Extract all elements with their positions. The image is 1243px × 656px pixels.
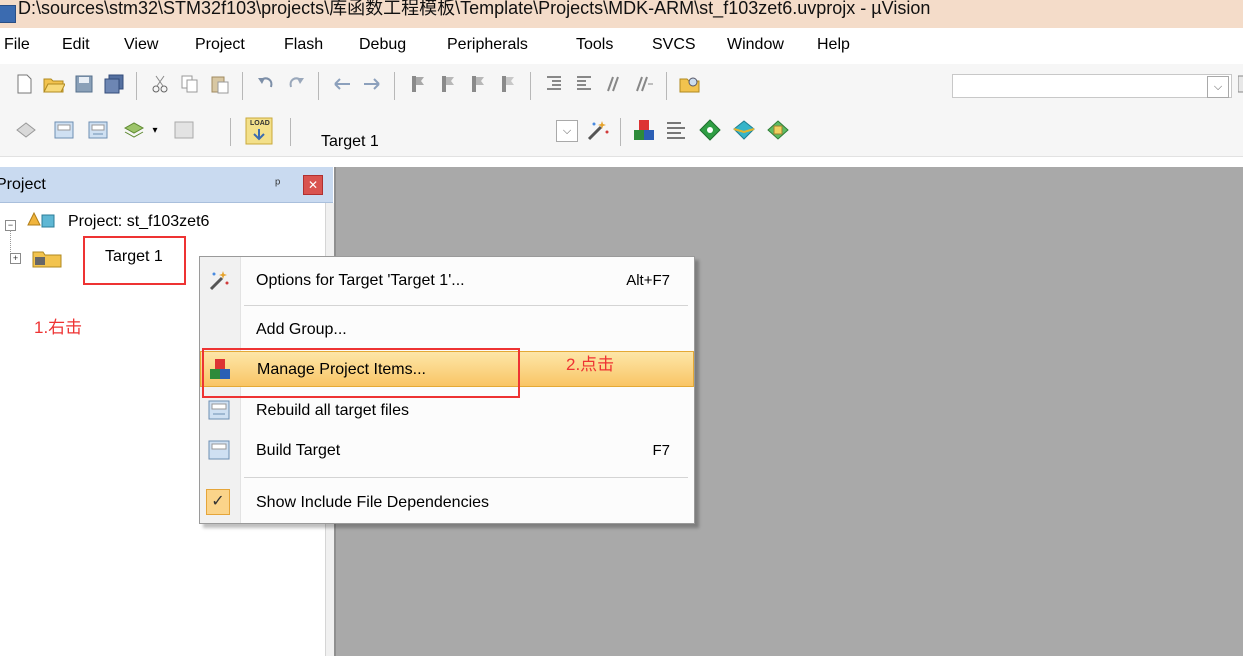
paste-icon[interactable] [208,72,232,96]
menu-item-add-group[interactable]: Add Group... [200,312,694,348]
find-combo-dropdown-icon[interactable]: ⌵ [1207,76,1229,98]
next-bookmark-icon[interactable] [466,72,490,96]
save-icon[interactable] [72,72,96,96]
manage-project-items-icon[interactable] [632,118,656,142]
software-packs-icon[interactable] [766,118,790,142]
indent-icon[interactable] [542,72,566,96]
menu-flash[interactable]: Flash [284,36,323,54]
title-bar: D:\sources\stm32\STM32f103\projects\库函数工… [0,0,1243,28]
save-all-icon[interactable] [102,72,126,96]
menu-item-shortcut: F7 [652,442,670,459]
manage-rte-icon[interactable] [698,118,722,142]
target-folder-icon [30,247,66,274]
menu-bar: File Edit View Project Flash Debug Perip… [0,28,1243,64]
copy-icon[interactable] [178,72,202,96]
annotation-step1: 1.右击 [34,318,83,337]
target-dropdown-icon[interactable]: ⌵ [556,120,578,142]
menu-item-show-include-deps[interactable]: ✓ Show Include File Dependencies [200,485,694,521]
window-title: D:\sources\stm32\STM32f103\projects\库函数工… [18,0,931,18]
file-toolbar: ⌵ [0,64,1243,107]
tree-connector [10,230,12,252]
clear-bookmarks-icon[interactable] [496,72,520,96]
menu-item-label: Add Group... [256,321,347,338]
menu-edit[interactable]: Edit [62,36,90,54]
close-panel-icon[interactable]: ✕ [303,175,323,195]
toolbar-separator [394,72,395,100]
navigate-forward-icon[interactable] [360,72,384,96]
menu-separator [244,477,688,478]
menu-file[interactable]: File [4,36,30,54]
undo-icon[interactable] [254,72,278,96]
uncomment-icon[interactable] [632,72,656,96]
menu-item-label: Options for Target 'Target 1'... [256,272,465,289]
new-file-icon[interactable] [12,72,36,96]
select-packs-icon[interactable] [664,118,688,142]
build-toolbar: ▾ LOAD Target 1 ⌵ [0,106,1243,157]
project-panel-header: Project ᵖ ✕ [0,167,333,203]
stop-build-icon[interactable] [172,118,196,142]
annotation-step2: 2.点击 [566,355,615,374]
expand-icon[interactable]: + [10,253,21,264]
magic-wand-icon [208,269,230,291]
menu-item-build-target[interactable]: Build Target F7 [200,433,694,469]
menu-debug[interactable]: Debug [359,36,406,54]
menu-window[interactable]: Window [727,36,784,54]
find-combo[interactable] [952,74,1232,98]
menu-project[interactable]: Project [195,36,245,54]
menu-tools[interactable]: Tools [576,36,613,54]
toolbar-separator [318,72,319,100]
find-icon[interactable] [1232,72,1243,96]
download-load-icon[interactable]: LOAD [244,116,274,146]
menu-peripherals[interactable]: Peripherals [447,36,528,54]
cut-icon[interactable] [148,72,172,96]
menu-item-label: Rebuild all target files [256,402,409,419]
toolbar-separator [666,72,667,100]
open-folder-icon[interactable] [42,72,66,96]
annotation-box-manage [202,348,520,398]
target-options-wand-icon[interactable] [586,118,610,142]
annotation-box-target [83,236,186,285]
pin-icon[interactable]: ᵖ [275,175,280,191]
menu-view[interactable]: View [124,36,158,54]
project-root-label[interactable]: Project: st_f103zet6 [68,213,209,231]
batch-build-icon[interactable] [122,118,146,142]
build-icon[interactable] [52,118,76,142]
toolbar-separator [530,72,531,100]
uvision-app-icon [0,5,16,23]
menu-item-options-for-target[interactable]: Options for Target 'Target 1'... Alt+F7 [200,263,694,299]
pack-installer-icon[interactable] [732,118,756,142]
toolbar-separator [230,118,231,146]
menu-item-rebuild-all[interactable]: Rebuild all target files [200,393,694,429]
rebuild-icon [208,399,230,421]
project-root-icon [24,209,60,238]
menu-item-shortcut: Alt+F7 [626,272,670,289]
toolbar-separator [290,118,291,146]
menu-item-label: Show Include File Dependencies [256,494,490,511]
menu-help[interactable]: Help [817,36,850,54]
toolbar-separator [620,118,621,146]
previous-bookmark-icon[interactable] [436,72,460,96]
checkmark-icon: ✓ [206,489,230,515]
comment-icon[interactable] [602,72,626,96]
target-select-value: Target 1 [321,133,379,150]
batch-build-dropdown-icon[interactable]: ▾ [148,118,162,142]
build-icon [208,439,230,461]
find-in-files-icon[interactable] [678,72,702,96]
rebuild-icon[interactable] [86,118,110,142]
unindent-icon[interactable] [572,72,596,96]
navigate-back-icon[interactable] [330,72,354,96]
redo-icon[interactable] [284,72,308,96]
menu-item-label: Build Target [256,442,341,459]
menu-separator [244,305,688,306]
load-label: LOAD [250,120,270,127]
project-panel-title: Project [0,176,46,193]
toolbar-separator [136,72,137,100]
menu-svcs[interactable]: SVCS [652,36,696,54]
translate-icon[interactable] [14,118,38,142]
insert-bookmark-icon[interactable] [406,72,430,96]
toolbar-separator [242,72,243,100]
